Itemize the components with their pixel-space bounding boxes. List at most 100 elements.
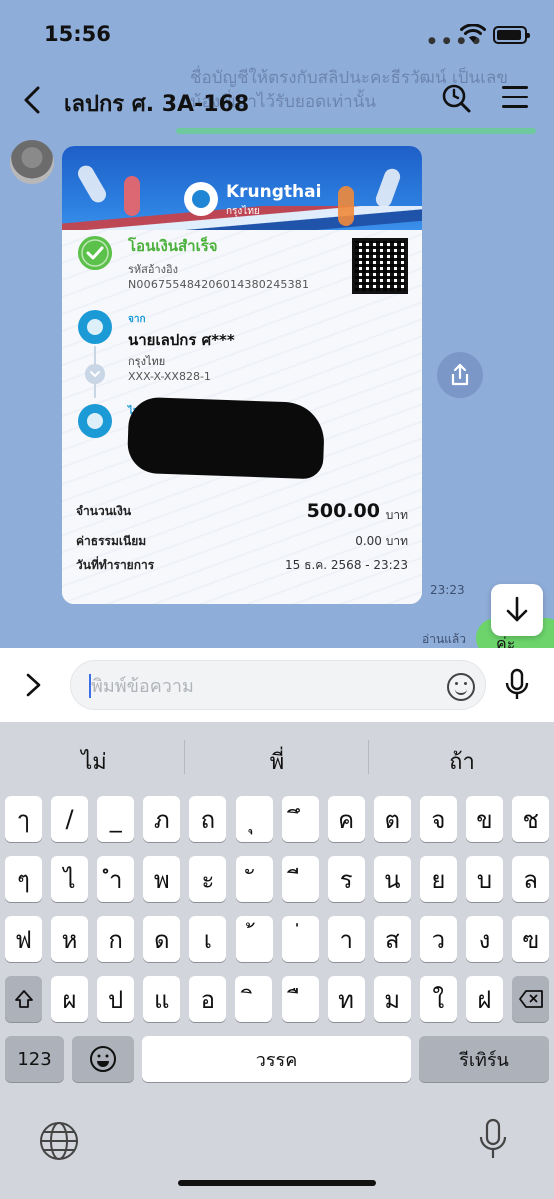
- key-row4-9[interactable]: ฝ: [465, 976, 503, 1022]
- key-row1-0[interactable]: ๅ: [5, 796, 42, 842]
- key-row3-2[interactable]: ก: [97, 916, 135, 962]
- key-row2-6[interactable]: ี: [281, 856, 319, 902]
- avatar[interactable]: [10, 140, 54, 184]
- suggestion-1[interactable]: ไม่: [14, 744, 174, 779]
- scroll-to-bottom-button[interactable]: [491, 584, 543, 636]
- key-row1-4[interactable]: ถ: [189, 796, 227, 842]
- fee-label: ค่าธรรมเนียม: [76, 534, 147, 548]
- key-row2-4[interactable]: ะ: [189, 856, 227, 902]
- key-row2-2[interactable]: ำ: [97, 856, 135, 902]
- key-row4-5[interactable]: ื: [281, 976, 319, 1022]
- redacted-receiver: [126, 396, 326, 480]
- amount-value: 500.00: [306, 500, 380, 522]
- chevron-down-icon: [85, 364, 105, 384]
- amount-currency: บาท: [385, 508, 408, 522]
- key-row1-2[interactable]: _: [97, 796, 135, 842]
- key-row3-0[interactable]: ฟ: [5, 916, 42, 962]
- return-key[interactable]: รีเทิร์น: [419, 1036, 549, 1082]
- key-row4-8[interactable]: ใ: [419, 976, 457, 1022]
- chat-title[interactable]: เลปกร ศ. 3A-168: [64, 86, 249, 121]
- wifi-icon: [460, 24, 486, 42]
- key-row3-11[interactable]: ฃ: [512, 916, 550, 962]
- from-label: จาก: [128, 314, 146, 325]
- key-row2-9[interactable]: ย: [419, 856, 457, 902]
- key-row2-10[interactable]: บ: [466, 856, 503, 902]
- globe-icon[interactable]: [38, 1120, 80, 1162]
- key-row1-1[interactable]: /: [51, 796, 89, 842]
- transfer-slip-image[interactable]: Krungthai กรุงไทย โอนเงินสำเร็จ รหัสอ้าง…: [62, 146, 422, 604]
- transfer-status: โอนเงินสำเร็จ: [128, 237, 218, 255]
- key-row4-3[interactable]: อ: [189, 976, 227, 1022]
- chevron-right-icon[interactable]: [20, 672, 46, 698]
- key-row2-7[interactable]: ร: [327, 856, 365, 902]
- key-row4-2[interactable]: แ: [143, 976, 181, 1022]
- message-input[interactable]: [91, 673, 431, 699]
- key-row3-6[interactable]: ่: [281, 916, 319, 962]
- space-key[interactable]: วรรค: [142, 1036, 411, 1082]
- key-row2-1[interactable]: ไ: [51, 856, 89, 902]
- key-row1-8[interactable]: ต: [373, 796, 411, 842]
- key-row1-11[interactable]: ช: [512, 796, 550, 842]
- key-row1-7[interactable]: ค: [327, 796, 365, 842]
- chat-area[interactable]: ชื่อบัญชีให้ตรงกับสลิปนะคะธีรวัฒน์ เป็นเ…: [0, 0, 554, 648]
- date-label: วันที่ทำรายการ: [76, 558, 155, 572]
- backspace-key[interactable]: [512, 976, 549, 1022]
- fee-value: 0.00 บาท: [355, 534, 408, 548]
- status-time: 15:56: [44, 22, 111, 46]
- key-row3-9[interactable]: ว: [419, 916, 457, 962]
- check-circle-icon: [78, 236, 112, 270]
- key-row4-6[interactable]: ท: [327, 976, 365, 1022]
- microphone-icon[interactable]: [504, 668, 530, 702]
- reference-number: N006755484206014380245381: [128, 278, 310, 291]
- key-row4-7[interactable]: ม: [373, 976, 411, 1022]
- key-row3-1[interactable]: ห: [51, 916, 89, 962]
- reference-label: รหัสอ้างอิง: [128, 263, 179, 276]
- read-receipt: อ่านแล้ว: [422, 632, 466, 646]
- emoji-icon[interactable]: [447, 673, 475, 701]
- sender-bank-icon: [78, 310, 112, 344]
- key-row1-3[interactable]: ภ: [143, 796, 181, 842]
- emoji-icon: [90, 1046, 116, 1072]
- key-row3-7[interactable]: า: [327, 916, 365, 962]
- athlete-illustration: [373, 166, 403, 210]
- key-row4-0[interactable]: ผ: [51, 976, 88, 1022]
- sender-name: นายเลปกร ศ***: [128, 331, 235, 349]
- key-row3-8[interactable]: ส: [373, 916, 411, 962]
- search-icon[interactable]: [440, 82, 472, 114]
- key-row1-10[interactable]: ข: [466, 796, 503, 842]
- key-row3-5[interactable]: ้: [235, 916, 273, 962]
- dictation-microphone-icon[interactable]: [478, 1118, 508, 1162]
- back-button[interactable]: [18, 84, 48, 116]
- key-row3-10[interactable]: ง: [466, 916, 503, 962]
- backspace-icon: [518, 990, 543, 1008]
- key-row2-8[interactable]: น: [373, 856, 411, 902]
- message-time: 23:23: [430, 583, 465, 597]
- key-row3-4[interactable]: เ: [189, 916, 227, 962]
- menu-icon[interactable]: [502, 86, 528, 110]
- bank-brand-sub: กรุงไทย: [226, 206, 260, 217]
- key-row2-5[interactable]: ั: [235, 856, 273, 902]
- key-row2-11[interactable]: ล: [512, 856, 550, 902]
- key-row3-3[interactable]: ด: [143, 916, 181, 962]
- key-row1-5[interactable]: ุ: [235, 796, 273, 842]
- key-row1-6[interactable]: ึ: [281, 796, 319, 842]
- message-composer: [0, 648, 554, 722]
- numbers-key[interactable]: 123: [5, 1036, 64, 1082]
- shift-key[interactable]: [5, 976, 42, 1022]
- receiver-bank-icon: [78, 404, 112, 438]
- sender-bank: กรุงไทย: [128, 355, 166, 368]
- key-row4-1[interactable]: ป: [97, 976, 135, 1022]
- athlete-illustration: [124, 176, 140, 216]
- key-row2-3[interactable]: พ: [143, 856, 181, 902]
- suggestion-3[interactable]: ถ้า: [382, 744, 542, 779]
- suggestion-divider: [184, 740, 185, 774]
- suggestion-bar: ไม่ พี่ ถ้า: [0, 722, 554, 792]
- share-button[interactable]: [437, 352, 483, 398]
- message-input-box[interactable]: [70, 660, 486, 710]
- key-row4-4[interactable]: ิ: [235, 976, 273, 1022]
- suggestion-2[interactable]: พี่: [197, 744, 357, 779]
- qr-code: [352, 238, 408, 294]
- key-row1-9[interactable]: จ: [419, 796, 457, 842]
- key-row2-0[interactable]: ๆ: [5, 856, 42, 902]
- emoji-keyboard-key[interactable]: [72, 1036, 134, 1082]
